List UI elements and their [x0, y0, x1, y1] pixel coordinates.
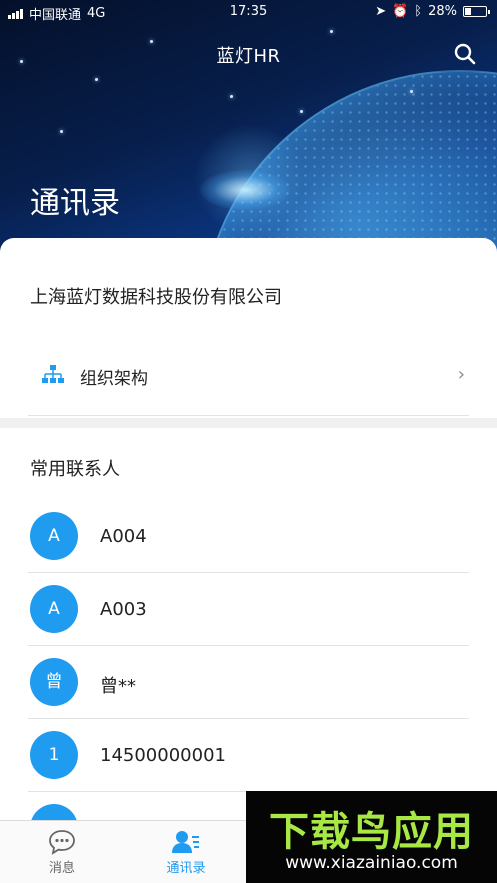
- tab-contacts[interactable]: 通讯录: [124, 821, 248, 883]
- avatar: A: [30, 512, 78, 560]
- watermark: 下载鸟应用 www.xiazainiao.com: [246, 791, 497, 883]
- tab-messages-label: 消息: [48, 861, 75, 876]
- company-card: 上海蓝灯数据科技股份有限公司 组织架构 ›: [0, 238, 497, 428]
- section-divider: [0, 418, 497, 428]
- chevron-right-icon: ›: [457, 364, 465, 385]
- search-icon[interactable]: [453, 42, 477, 66]
- tab-messages[interactable]: 消息: [0, 821, 124, 883]
- tab-contacts-label: 通讯录: [166, 861, 206, 876]
- frequent-contacts-title: 常用联系人: [30, 459, 120, 480]
- chat-bubble-icon: [48, 829, 76, 855]
- contacts-icon: [172, 829, 200, 855]
- location-icon: ➤: [375, 4, 387, 19]
- avatar: A: [30, 585, 78, 633]
- contact-row[interactable]: A A004: [28, 500, 469, 573]
- watermark-url: www.xiazainiao.com: [285, 853, 458, 873]
- org-chart-icon: [42, 364, 64, 386]
- page-title: 通讯录: [30, 186, 120, 221]
- status-bar: 中国联通 4G 17:35 ➤ ⏰ ᛒ 28%: [0, 0, 497, 24]
- contact-row[interactable]: 曾 曾**: [28, 646, 469, 719]
- globe-graphic: [200, 70, 497, 260]
- org-structure-label: 组织架构: [80, 369, 148, 389]
- company-name: 上海蓝灯数据科技股份有限公司: [30, 287, 282, 308]
- watermark-logo-text: 下载鸟应用: [269, 809, 474, 855]
- bluetooth-icon: ᛒ: [414, 4, 423, 19]
- contact-name: A003: [100, 599, 147, 620]
- contact-name: 曾**: [100, 676, 136, 697]
- contact-row[interactable]: A A003: [28, 573, 469, 646]
- avatar: 1: [30, 731, 78, 779]
- battery-icon: [463, 6, 490, 17]
- contact-name: A004: [100, 526, 147, 547]
- header-banner: 中国联通 4G 17:35 ➤ ⏰ ᛒ 28% 蓝灯HR 通讯录: [0, 0, 497, 260]
- org-structure-row[interactable]: 组织架构 ›: [28, 354, 469, 416]
- contact-name: 14500000001: [100, 745, 226, 766]
- avatar: 曾: [30, 658, 78, 706]
- contact-row[interactable]: 1 14500000001: [28, 719, 469, 792]
- app-title: 蓝灯HR: [216, 46, 281, 67]
- alarm-icon: ⏰: [392, 4, 409, 19]
- battery-percent: 28%: [428, 4, 457, 19]
